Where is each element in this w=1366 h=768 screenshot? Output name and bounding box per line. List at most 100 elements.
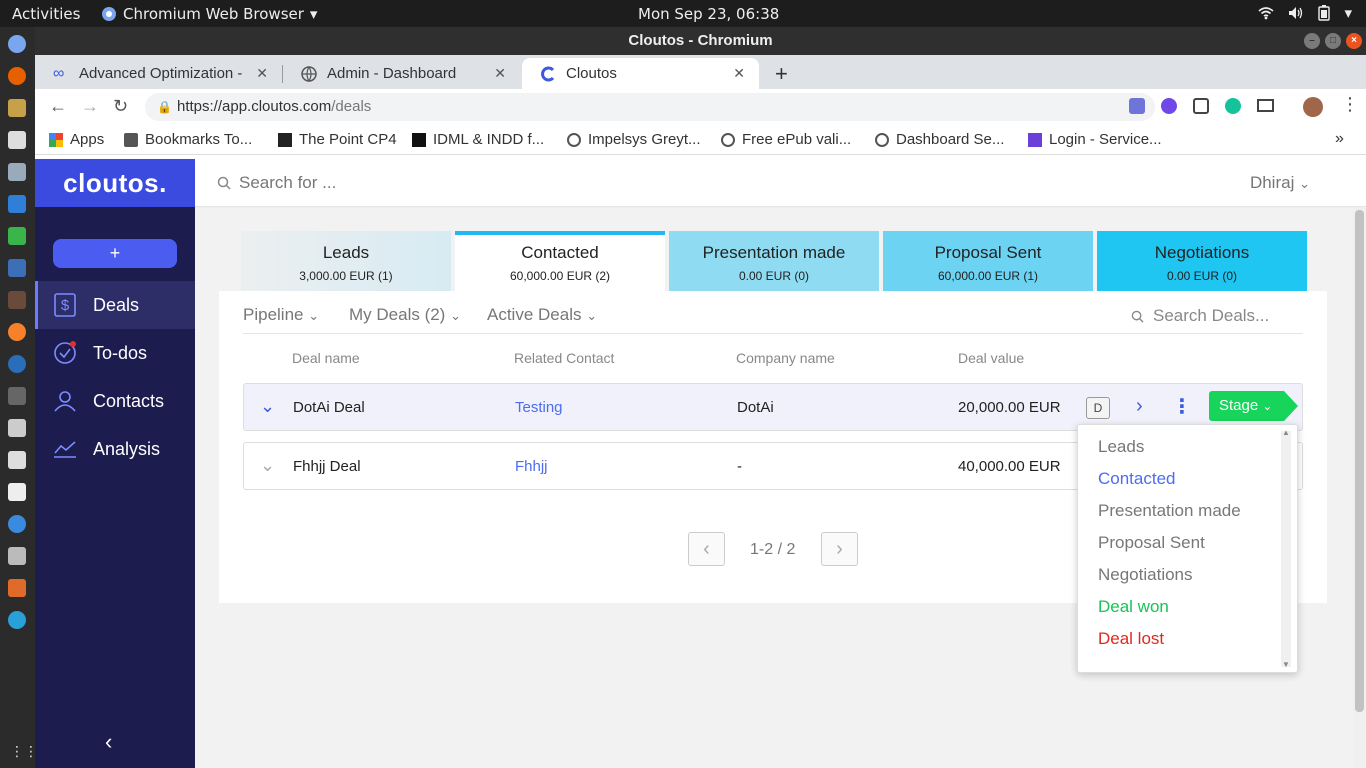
next-page-button[interactable]: ›	[821, 532, 858, 566]
chevron-down-icon[interactable]: ⌄	[260, 396, 275, 417]
filter-label: Pipeline	[243, 305, 304, 324]
app-dock-icon[interactable]	[8, 419, 26, 437]
column-header-deal-name[interactable]: Deal name	[292, 350, 360, 366]
chromium-dock-icon[interactable]	[8, 35, 26, 53]
company-name: -	[737, 458, 742, 475]
help-dock-icon[interactable]	[8, 355, 26, 373]
vscode-dock-icon[interactable]	[8, 195, 26, 213]
collapse-sidebar-icon[interactable]: ‹	[105, 729, 112, 755]
my-deals-filter[interactable]: My Deals (2) ⌄	[349, 305, 461, 325]
page-scrollbar[interactable]	[1353, 208, 1366, 768]
minimize-button[interactable]: –	[1304, 33, 1320, 49]
bookmark-apps[interactable]: Apps	[49, 131, 104, 148]
terminal-dock-icon[interactable]	[8, 387, 26, 405]
files-dock-icon[interactable]	[8, 99, 26, 117]
contact-link[interactable]: Testing	[515, 399, 563, 416]
bookmark-folder[interactable]: Bookmarks To...	[124, 131, 252, 148]
sidebar-item-todos[interactable]: To-dos	[35, 329, 195, 377]
bookmark-the-point[interactable]: The Point CP4	[278, 131, 397, 148]
stage-option-deal-lost[interactable]: Deal lost	[1098, 629, 1164, 649]
dropdown-scrollbar[interactable]: ▲ ▼	[1281, 428, 1291, 669]
chevron-right-icon[interactable]: ›	[1136, 395, 1143, 418]
more-vertical-icon[interactable]: ⋮	[1172, 394, 1192, 419]
clock[interactable]: Mon Sep 23, 06:38	[638, 5, 779, 23]
stage-value: 0.00 EUR (0)	[1166, 269, 1238, 283]
active-deals-filter[interactable]: Active Deals ⌄	[487, 305, 597, 325]
cloutos-logo[interactable]: cloutos.	[35, 159, 195, 207]
show-apps-icon[interactable]: ⋮⋮	[10, 743, 38, 760]
app-dock-icon[interactable]	[8, 579, 26, 597]
bookmark-dashboard[interactable]: Dashboard Se...	[875, 131, 1004, 148]
system-tray[interactable]: ▾	[1258, 4, 1352, 22]
document-dock-icon[interactable]	[8, 131, 26, 149]
stage-negotiations[interactable]: Negotiations 0.00 EUR (0)	[1097, 231, 1307, 291]
browser-menu-icon[interactable]: ⋮	[1341, 94, 1359, 115]
compass-dock-icon[interactable]	[8, 323, 26, 341]
pycharm-dock-icon[interactable]	[8, 227, 26, 245]
pipeline-filter[interactable]: Pipeline ⌄	[243, 305, 319, 325]
profile-avatar[interactable]	[1303, 97, 1323, 117]
mail-icon[interactable]	[1257, 99, 1274, 112]
tab-advanced-optimization[interactable]: ∞ Advanced Optimization - ✕	[35, 58, 282, 89]
close-tab-icon[interactable]: ✕	[494, 65, 506, 82]
grammarly-icon[interactable]	[1225, 98, 1241, 114]
column-header-deal-value[interactable]: Deal value	[958, 350, 1024, 366]
bookmark-idml[interactable]: IDML & INDD f...	[412, 131, 544, 148]
app-dock-icon[interactable]	[8, 611, 26, 629]
user-menu[interactable]: Dhiraj ⌄	[1250, 173, 1310, 193]
stage-option-proposal-sent[interactable]: Proposal Sent	[1098, 533, 1205, 553]
notes-dock-icon[interactable]	[8, 483, 26, 501]
screenshot-extension-icon[interactable]	[1193, 98, 1209, 114]
text-editor-dock-icon[interactable]	[8, 163, 26, 181]
add-button[interactable]: +	[53, 239, 177, 268]
stage-button[interactable]: Stage ⌄	[1209, 391, 1298, 421]
close-window-button[interactable]: ×	[1346, 33, 1362, 49]
global-search-input[interactable]: Search for ...	[239, 173, 336, 193]
tab-cloutos[interactable]: Cloutos ✕	[522, 58, 759, 89]
contact-link[interactable]: Fhhjj	[515, 458, 548, 475]
app-dock-icon[interactable]	[8, 515, 26, 533]
editor-dock-icon[interactable]	[8, 451, 26, 469]
back-icon[interactable]: ←	[49, 96, 67, 117]
stage-presentation-made[interactable]: Presentation made 0.00 EUR (0)	[669, 231, 879, 291]
scrollbar-thumb[interactable]	[1355, 210, 1364, 712]
new-tab-button[interactable]: +	[775, 61, 788, 87]
url-input[interactable]: 🔒 https://app.cloutos.com/deals ☆	[145, 93, 1155, 121]
prev-page-button[interactable]: ‹	[688, 532, 725, 566]
translate-extension-icon[interactable]	[1129, 98, 1145, 114]
bookmark-impelsys[interactable]: Impelsys Greyt...	[567, 131, 701, 148]
deals-search-input[interactable]: Search Deals...	[1153, 306, 1269, 326]
close-tab-icon[interactable]: ✕	[256, 65, 268, 82]
sidebar-item-analysis[interactable]: Analysis	[35, 425, 195, 473]
app-menu[interactable]: Chromium Web Browser ▾	[101, 5, 317, 23]
stage-option-leads[interactable]: Leads	[1098, 437, 1144, 457]
maximize-button[interactable]: □	[1325, 33, 1341, 49]
bookmark-login[interactable]: Login - Service...	[1028, 131, 1162, 148]
sidebar-item-deals[interactable]: $ Deals	[35, 281, 195, 329]
scroll-down-icon[interactable]: ▼	[1282, 660, 1290, 669]
network-dock-icon[interactable]	[8, 259, 26, 277]
column-header-related-contact[interactable]: Related Contact	[514, 350, 614, 366]
stage-option-contacted[interactable]: Contacted	[1098, 469, 1176, 489]
bookmark-epub[interactable]: Free ePub vali...	[721, 131, 851, 148]
app-dock-icon[interactable]	[8, 291, 26, 309]
chevron-down-icon[interactable]: ⌄	[260, 455, 275, 476]
stage-contacted[interactable]: Contacted 60,000.00 EUR (2)	[455, 231, 665, 291]
column-header-company-name[interactable]: Company name	[736, 350, 835, 366]
stage-leads[interactable]: Leads 3,000.00 EUR (1)	[241, 231, 451, 291]
stage-option-deal-won[interactable]: Deal won	[1098, 597, 1169, 617]
reload-icon[interactable]: ↻	[113, 96, 128, 117]
scroll-up-icon[interactable]: ▲	[1282, 428, 1290, 437]
extension-icon[interactable]	[1161, 98, 1177, 114]
tool-dock-icon[interactable]	[8, 547, 26, 565]
stage-proposal-sent[interactable]: Proposal Sent 60,000.00 EUR (1)	[883, 231, 1093, 291]
stage-option-presentation-made[interactable]: Presentation made	[1098, 501, 1241, 521]
stage-option-negotiations[interactable]: Negotiations	[1098, 565, 1193, 585]
forward-icon[interactable]: →	[81, 96, 99, 117]
activities-button[interactable]: Activities	[12, 5, 80, 23]
bookmarks-overflow-icon[interactable]: »	[1335, 130, 1344, 148]
close-tab-icon[interactable]: ✕	[733, 65, 745, 82]
tab-admin-dashboard[interactable]: Admin - Dashboard ✕	[283, 58, 520, 89]
firefox-dock-icon[interactable]	[8, 67, 26, 85]
sidebar-item-contacts[interactable]: Contacts	[35, 377, 195, 425]
